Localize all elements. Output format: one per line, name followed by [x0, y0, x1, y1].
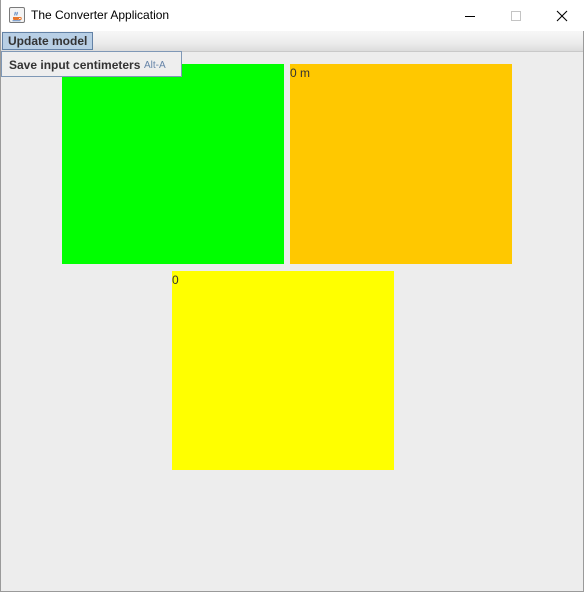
menu-bar: Update model: [1, 31, 583, 52]
menu-item-label: Save input centimeters: [9, 58, 141, 72]
minimize-button[interactable]: [447, 0, 493, 31]
title-bar[interactable]: The Converter Application: [1, 0, 584, 31]
green-panel: [62, 64, 284, 264]
yellow-panel: 0: [172, 271, 394, 470]
close-button[interactable]: [539, 0, 584, 31]
app-window: The Converter Application Update model S…: [0, 0, 584, 592]
minimize-icon: [465, 15, 475, 17]
window-title: The Converter Application: [31, 8, 170, 22]
yellow-panel-value: 0: [172, 273, 179, 287]
java-app-icon: [9, 7, 25, 23]
menu-update-model[interactable]: Update model: [2, 32, 94, 50]
maximize-button[interactable]: [493, 0, 539, 31]
meters-value: 0 m: [290, 66, 311, 80]
close-icon: [556, 10, 568, 21]
menu-item-accelerator: Alt-A: [144, 60, 166, 71]
maximize-icon: [511, 10, 521, 21]
update-model-dropdown: Save input centimeters Alt-A: [1, 51, 182, 77]
meters-panel: 0 m: [290, 64, 512, 264]
